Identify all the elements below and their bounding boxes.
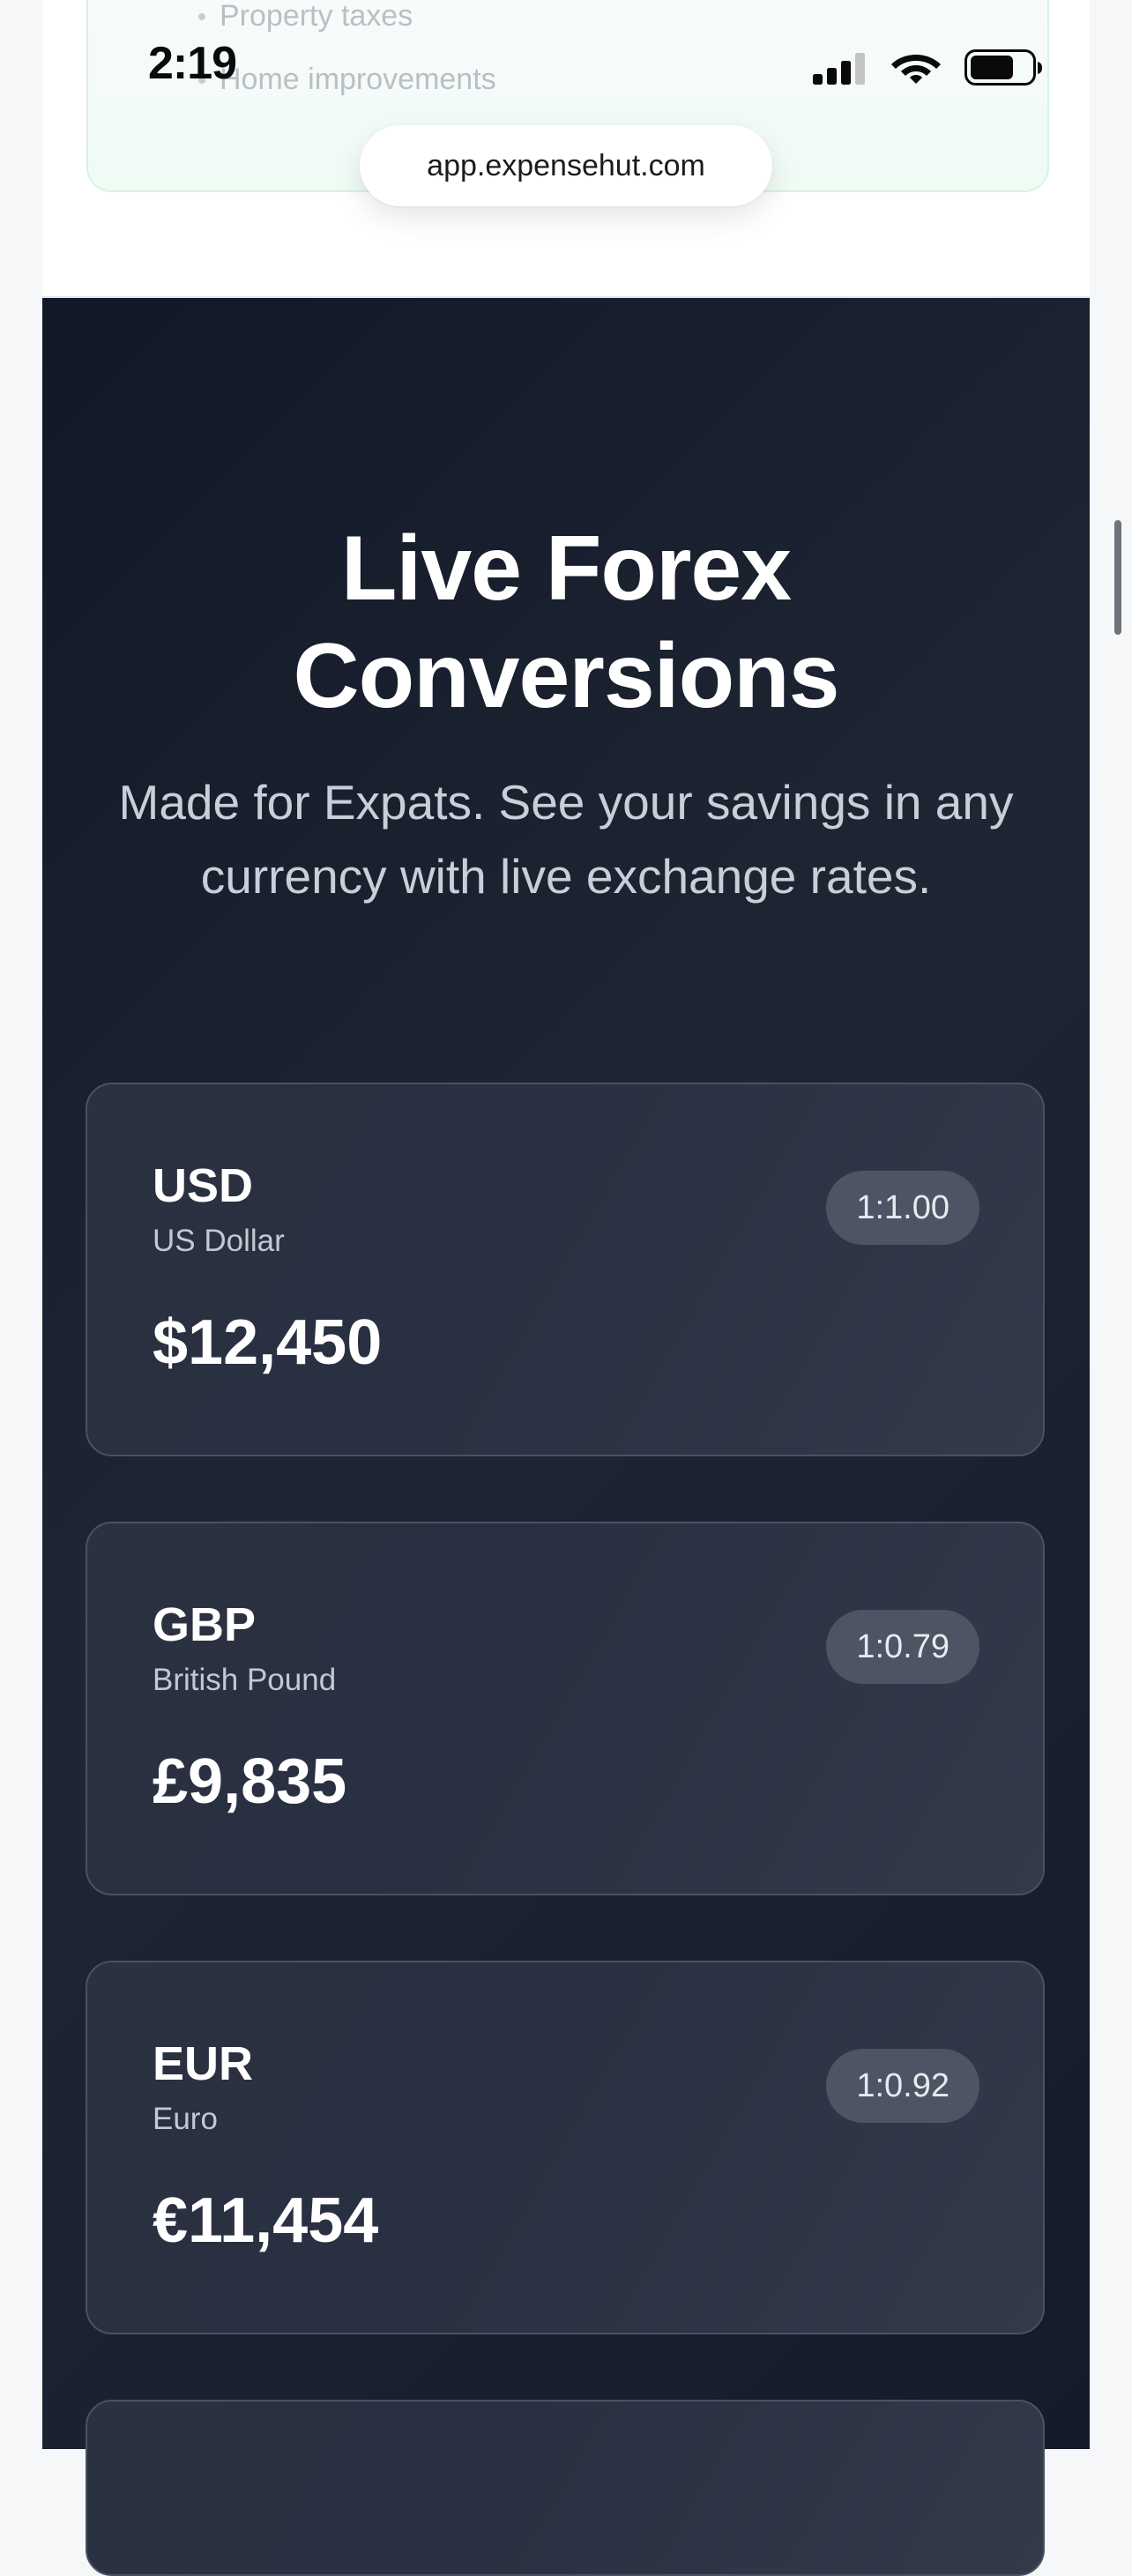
forex-title-line: Conversions [293,625,840,727]
currency-code: EUR [153,2037,254,2090]
currency-card-partial [86,2400,1045,2576]
forex-title: Live Forex Conversions [42,515,1090,730]
exchange-rate-badge: 1:1.00 [826,1171,979,1245]
exchange-rate-badge: 1:0.79 [826,1610,979,1684]
currency-code: GBP [153,1598,257,1651]
cellular-signal-icon [813,53,865,85]
currency-amount: £9,835 [153,1746,347,1817]
forex-section: Live Forex Conversions Made for Expats. … [42,298,1090,2576]
status-bar-time: 2:19 [148,38,237,89]
currency-name: British Pound [153,1663,337,1697]
currency-amount: $12,450 [153,1307,383,1378]
currency-card-usd: USD US Dollar $12,450 1:1.00 [86,1083,1045,1456]
currency-card-gbp: GBP British Pound £9,835 1:0.79 [86,1522,1045,1895]
currency-name: US Dollar [153,1224,285,1258]
address-bar[interactable]: app.expensehut.com [360,125,772,206]
currency-code: USD [153,1159,254,1212]
list-item: Home improvements [198,48,496,111]
previous-card-list: Property taxes Home improvements [198,0,496,111]
currency-amount: €11,454 [153,2185,379,2256]
forex-title-line: Live Forex [340,517,792,620]
battery-icon [964,49,1042,86]
wifi-icon [891,55,941,84]
currency-card-eur: EUR Euro €11,454 1:0.92 [86,1961,1045,2334]
list-item: Property taxes [198,0,496,48]
exchange-rate-badge: 1:0.92 [826,2049,979,2123]
status-bar-icons [813,46,1042,90]
currency-name: Euro [153,2102,218,2136]
forex-subtitle: Made for Expats. See your savings in any… [118,775,1014,904]
scrollbar[interactable] [1114,520,1121,635]
